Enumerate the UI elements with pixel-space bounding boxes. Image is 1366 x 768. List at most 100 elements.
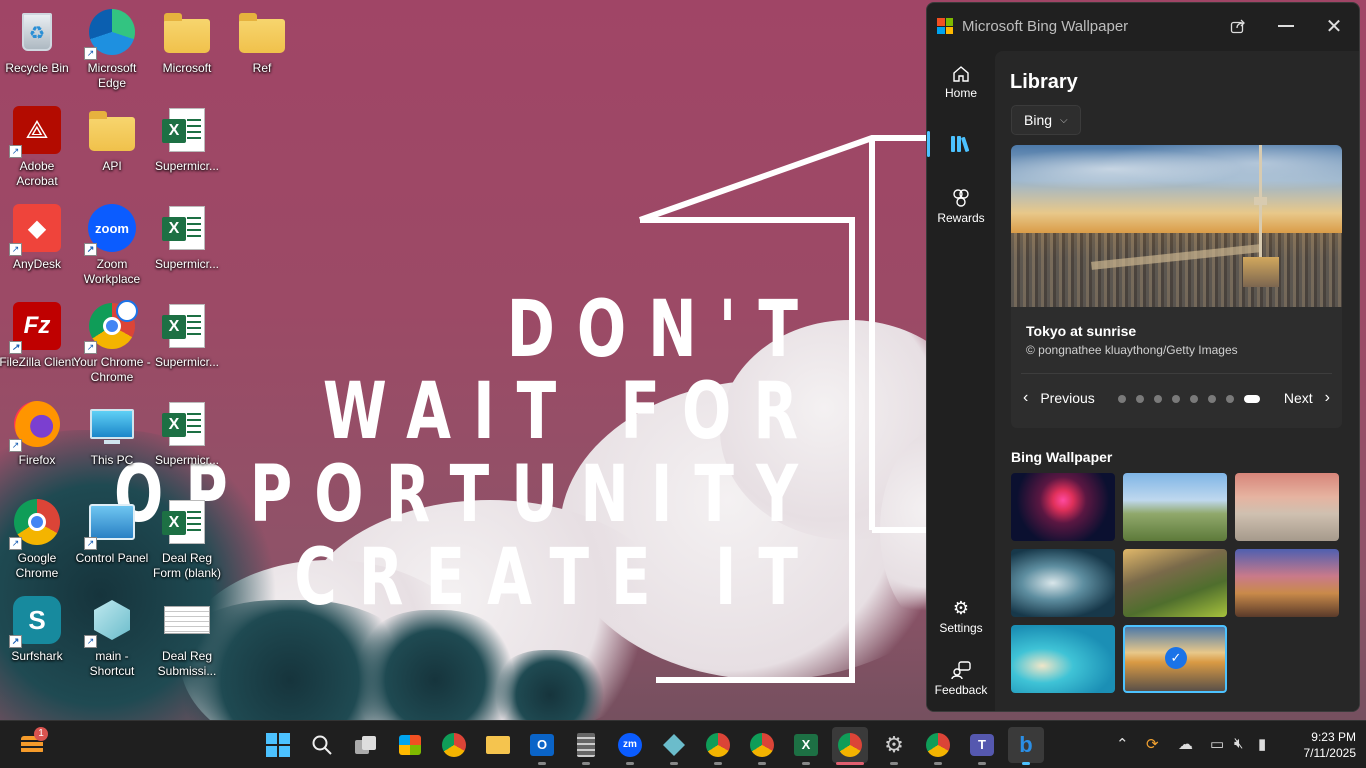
wallpaper-credit: © pongnathee kluaythong/Getty Images [1026, 343, 1238, 357]
taskbar-store[interactable] [392, 727, 428, 763]
excel-file-icon: X [162, 106, 211, 154]
chevron-down-icon: ⌵ [1060, 114, 1068, 126]
wallpaper-thumbnail-chateau[interactable] [1235, 549, 1339, 617]
search-icon [312, 735, 332, 755]
close-button[interactable]: ✕ [1311, 11, 1357, 41]
app-shortcut-icon: ↗ [84, 596, 136, 648]
wallpaper-thumbnail-reef[interactable] [1011, 625, 1115, 693]
wallpaper-thumbnail-ocean-bird[interactable] [1011, 549, 1115, 617]
taskbar-settings[interactable]: ⚙ [876, 727, 912, 765]
wallpaper-thumbnail-fireworks[interactable] [1011, 473, 1115, 541]
taskbar-file-explorer[interactable] [480, 727, 516, 763]
surfshark-icon: S ↗ [9, 596, 61, 648]
network-icon[interactable]: ▭ [1210, 735, 1224, 753]
desktop-icon-ref-folder[interactable]: Ref [224, 4, 300, 94]
wallpaper-thumbnail-savanna[interactable] [1123, 473, 1227, 541]
chrome-icon [926, 733, 950, 757]
taskbar-outlook[interactable]: O [524, 727, 560, 765]
taskbar-bing-wallpaper[interactable]: b [1008, 727, 1044, 765]
wallpaper-thumbnail-dunes[interactable] [1235, 473, 1339, 541]
share-button[interactable] [1215, 11, 1261, 41]
desktop-icon-this-pc[interactable]: This PC [74, 396, 150, 486]
cloud-offline-icon[interactable]: ☁ [1178, 735, 1193, 753]
shortcut-arrow-icon: ↗ [9, 145, 22, 158]
taskbar-chrome-4[interactable] [832, 727, 868, 765]
pager-dot[interactable] [1172, 395, 1180, 403]
desktop-icon-zoom-workplace[interactable]: zoom ↗ Zoom Workplace [74, 200, 150, 290]
taskbar-calculator[interactable] [568, 727, 604, 765]
desktop-icon-microsoft-folder[interactable]: Microsoft [149, 4, 225, 94]
taskbar-zoom[interactable]: zm [612, 727, 648, 765]
previous-button[interactable]: ‹ Previous [1023, 389, 1095, 407]
sync-icon[interactable]: ⟳ [1146, 735, 1159, 753]
clock[interactable]: 9:23 PM 7/11/2025 [1284, 729, 1357, 761]
nav-rewards[interactable]: Rewards [927, 175, 995, 237]
widgets-button[interactable]: 1 [14, 727, 50, 763]
desktop-icon-filezilla[interactable]: Fz ↗ FileZilla Client [0, 298, 75, 388]
taskbar-teams[interactable]: T [964, 727, 1000, 765]
desktop-icon-your-chrome[interactable]: ↗ Your Chrome - Chrome [73, 298, 151, 388]
desktop-icon-recycle-bin[interactable]: ♻ Recycle Bin [0, 4, 75, 94]
taskbar-chrome-2[interactable] [700, 727, 736, 765]
wallpaper-thumbnail-mountains[interactable] [1123, 549, 1227, 617]
pager-dot[interactable] [1190, 395, 1198, 403]
taskbar-chrome-1[interactable] [436, 727, 472, 763]
nav-home[interactable]: Home [927, 51, 995, 113]
desktop-icon-main-shortcut[interactable]: ↗ main - Shortcut [74, 592, 150, 682]
wallpaper-thumbnail-tokyo-selected[interactable]: ✓ [1123, 625, 1227, 693]
app-icon [663, 734, 685, 756]
pager-dot[interactable] [1154, 395, 1162, 403]
pager-dot-active[interactable] [1244, 395, 1260, 403]
featured-wallpaper-image[interactable] [1011, 145, 1342, 307]
running-indicator [978, 762, 986, 765]
minimize-button[interactable] [1263, 11, 1309, 41]
excel-file-icon: X [162, 204, 211, 252]
document-thumbnail-icon [163, 596, 211, 644]
next-button[interactable]: Next › [1284, 389, 1330, 407]
desktop-icon-supermicro-1[interactable]: X Supermicr... [149, 102, 225, 192]
desktop-icon-surfshark[interactable]: S ↗ Surfshark [0, 592, 75, 682]
taskbar-chrome-3[interactable] [744, 727, 780, 765]
pager-dot[interactable] [1118, 395, 1126, 403]
desktop-icon-deal-reg-submission[interactable]: Deal Reg Submissi... [149, 592, 225, 682]
edge-icon: ↗ [84, 8, 136, 60]
window-title: Microsoft Bing Wallpaper [962, 17, 1129, 35]
desktop-icon-supermicro-4[interactable]: X Supermicr... [149, 396, 225, 486]
taskbar-app[interactable] [656, 727, 692, 765]
chrome-icon [706, 733, 730, 757]
folder-icon [163, 8, 211, 56]
pager-dot[interactable] [1136, 395, 1144, 403]
shortcut-arrow-icon: ↗ [84, 635, 97, 648]
desktop-icon-anydesk[interactable]: ◆ ↗ AnyDesk [0, 200, 75, 290]
pager-dot[interactable] [1208, 395, 1216, 403]
desktop-icon-supermicro-3[interactable]: X Supermicr... [149, 298, 225, 388]
search-button[interactable] [304, 727, 340, 763]
desktop-icon-adobe-acrobat[interactable]: ⟁ ↗ Adobe Acrobat [0, 102, 75, 192]
desktop-icon-microsoft-edge[interactable]: ↗ Microsoft Edge [74, 4, 150, 94]
chrome-icon [442, 733, 466, 757]
desktop-icon-deal-reg-form[interactable]: X Deal Reg Form (blank) [149, 494, 225, 584]
desktop-icon-google-chrome[interactable]: ↗ Google Chrome [0, 494, 75, 584]
nav-feedback[interactable]: Feedback [927, 647, 995, 709]
desktop-icon-api-folder[interactable]: API [74, 102, 150, 192]
folder-icon [238, 8, 286, 56]
outlook-icon: O [530, 734, 554, 756]
library-icon [951, 136, 970, 152]
desktop-icon-firefox[interactable]: ↗ Firefox [0, 396, 75, 486]
desktop-icon-supermicro-2[interactable]: X Supermicr... [149, 200, 225, 290]
taskbar: 1 O zm X ⚙ T b ⌃ ⟳ ☁ ▭ 🔇︎ ▮ 9:23 PM 7/11… [0, 720, 1366, 768]
desktop-icon-control-panel[interactable]: ↗ Control Panel [74, 494, 150, 584]
start-button[interactable] [260, 727, 296, 763]
nav-library[interactable] [927, 113, 995, 175]
wallpaper-line-1: DON'T [506, 283, 820, 375]
running-indicator [538, 762, 546, 765]
taskbar-excel[interactable]: X [788, 727, 824, 765]
source-dropdown[interactable]: Bing ⌵ [1011, 105, 1081, 135]
nav-settings[interactable]: ⚙ Settings [927, 585, 995, 647]
taskbar-chrome-5[interactable] [920, 727, 956, 765]
pager-dot[interactable] [1226, 395, 1234, 403]
task-view-button[interactable] [348, 727, 384, 763]
volume-muted-icon[interactable]: 🔇︎ [1234, 735, 1243, 752]
show-hidden-icons-button[interactable]: ⌃ [1116, 735, 1129, 753]
battery-icon[interactable]: ▮ [1258, 735, 1266, 753]
